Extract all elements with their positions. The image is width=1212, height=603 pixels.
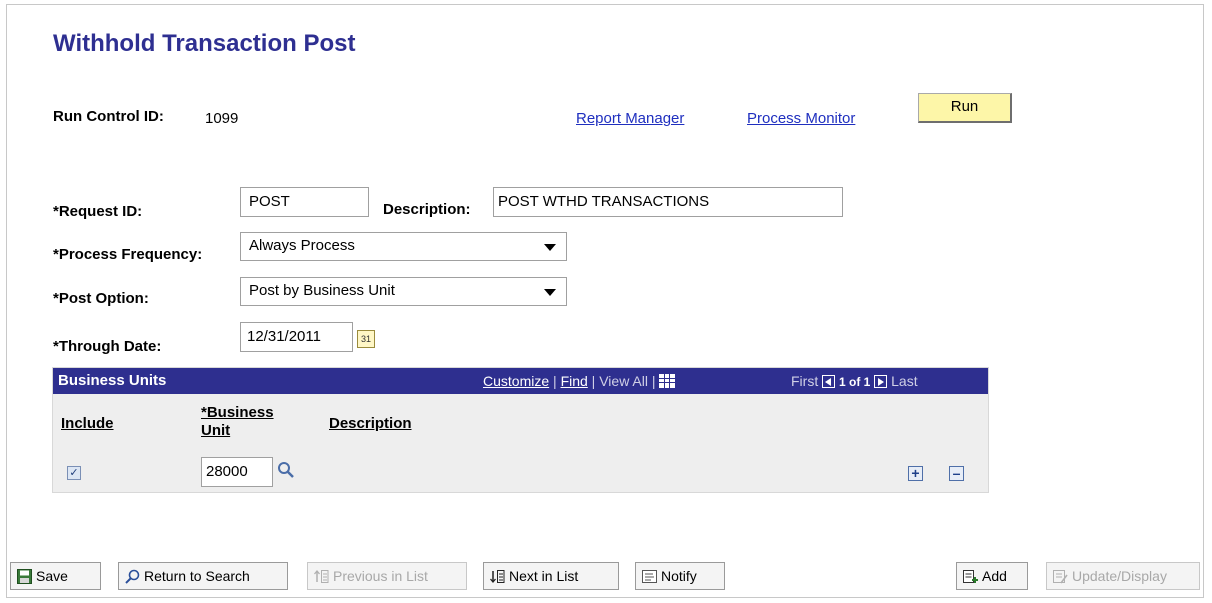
save-label: Save [36,568,68,584]
add-button[interactable]: Add [956,562,1028,590]
grid-header: Business Units Customize | Find | View A… [53,368,988,394]
request-id-input[interactable]: POST [240,187,369,217]
next-in-list-label: Next in List [509,568,579,584]
notify-label: Notify [661,568,697,584]
view-all-link[interactable]: | View All | [588,373,660,389]
request-id-label: *Request ID: [53,203,143,220]
column-header-business-unit-line1: *Business [201,404,274,421]
notify-button[interactable]: Notify [635,562,725,590]
page-title: Withhold Transaction Post [53,30,356,57]
previous-in-list-label: Previous in List [333,568,428,584]
column-header-include[interactable]: Include [61,415,114,432]
report-manager-link[interactable]: Report Manager [576,110,684,127]
return-to-search-label: Return to Search [144,568,250,584]
customize-link[interactable]: Customize [483,373,549,389]
business-unit-input[interactable]: 28000 [201,457,273,487]
download-grid-icon[interactable] [659,374,676,388]
process-monitor-link[interactable]: Process Monitor [747,110,855,127]
post-option-label: *Post Option: [53,290,149,307]
business-units-grid: Business Units Customize | Find | View A… [52,367,989,493]
grid-title: Business Units [58,372,167,389]
row-count: 1 of 1 [839,375,871,389]
update-display-icon [1053,570,1068,584]
first-label: First [791,373,819,389]
delete-row-icon[interactable]: – [949,466,964,481]
notify-icon [642,570,657,583]
find-link[interactable]: Find [561,373,588,389]
save-icon [17,569,32,584]
include-checkbox[interactable]: ✓ [67,466,81,480]
through-date-label: *Through Date: [53,338,162,355]
post-option-select[interactable]: Post by Business Unit [240,277,567,306]
dropdown-arrow-icon[interactable] [544,289,556,296]
post-option-value: Post by Business Unit [249,282,395,299]
grid-navigation: First 1 of 1 Last [791,373,918,389]
next-in-list-icon [490,570,505,584]
add-icon [963,570,978,583]
dropdown-arrow-icon[interactable] [544,244,556,251]
last-label: Last [891,373,918,389]
process-frequency-value: Always Process [249,237,355,254]
run-control-value: 1099 [205,110,239,127]
page-frame [6,4,1204,598]
description-input[interactable]: POST WTHD TRANSACTIONS [493,187,843,217]
previous-in-list-button[interactable]: Previous in List [307,562,467,590]
column-header-business-unit[interactable]: *Business Unit [201,404,274,440]
add-row-icon[interactable]: + [908,466,923,481]
update-display-button[interactable]: Update/Display [1046,562,1200,590]
through-date-input[interactable]: 12/31/2011 [240,322,353,352]
run-button[interactable]: Run [918,93,1012,123]
update-display-label: Update/Display [1072,568,1167,584]
add-label: Add [982,568,1007,584]
previous-in-list-icon [314,569,329,583]
return-to-search-button[interactable]: Return to Search [118,562,288,590]
previous-row-icon[interactable] [822,375,836,388]
next-row-icon[interactable] [874,375,888,388]
column-header-description[interactable]: Description [329,415,412,432]
save-button[interactable]: Save [10,562,101,590]
lookup-icon[interactable] [277,461,295,479]
calendar-icon[interactable]: 31 [357,330,375,348]
search-icon [125,569,140,584]
run-control-label: Run Control ID: [53,108,164,125]
process-frequency-label: *Process Frequency: [53,246,203,263]
process-frequency-select[interactable]: Always Process [240,232,567,261]
description-label: Description: [383,201,471,218]
next-in-list-button[interactable]: Next in List [483,562,619,590]
column-header-business-unit-line2: Unit [201,422,231,439]
grid-header-links: Customize | Find | View All | [483,373,676,389]
link-separator: | [549,373,561,389]
